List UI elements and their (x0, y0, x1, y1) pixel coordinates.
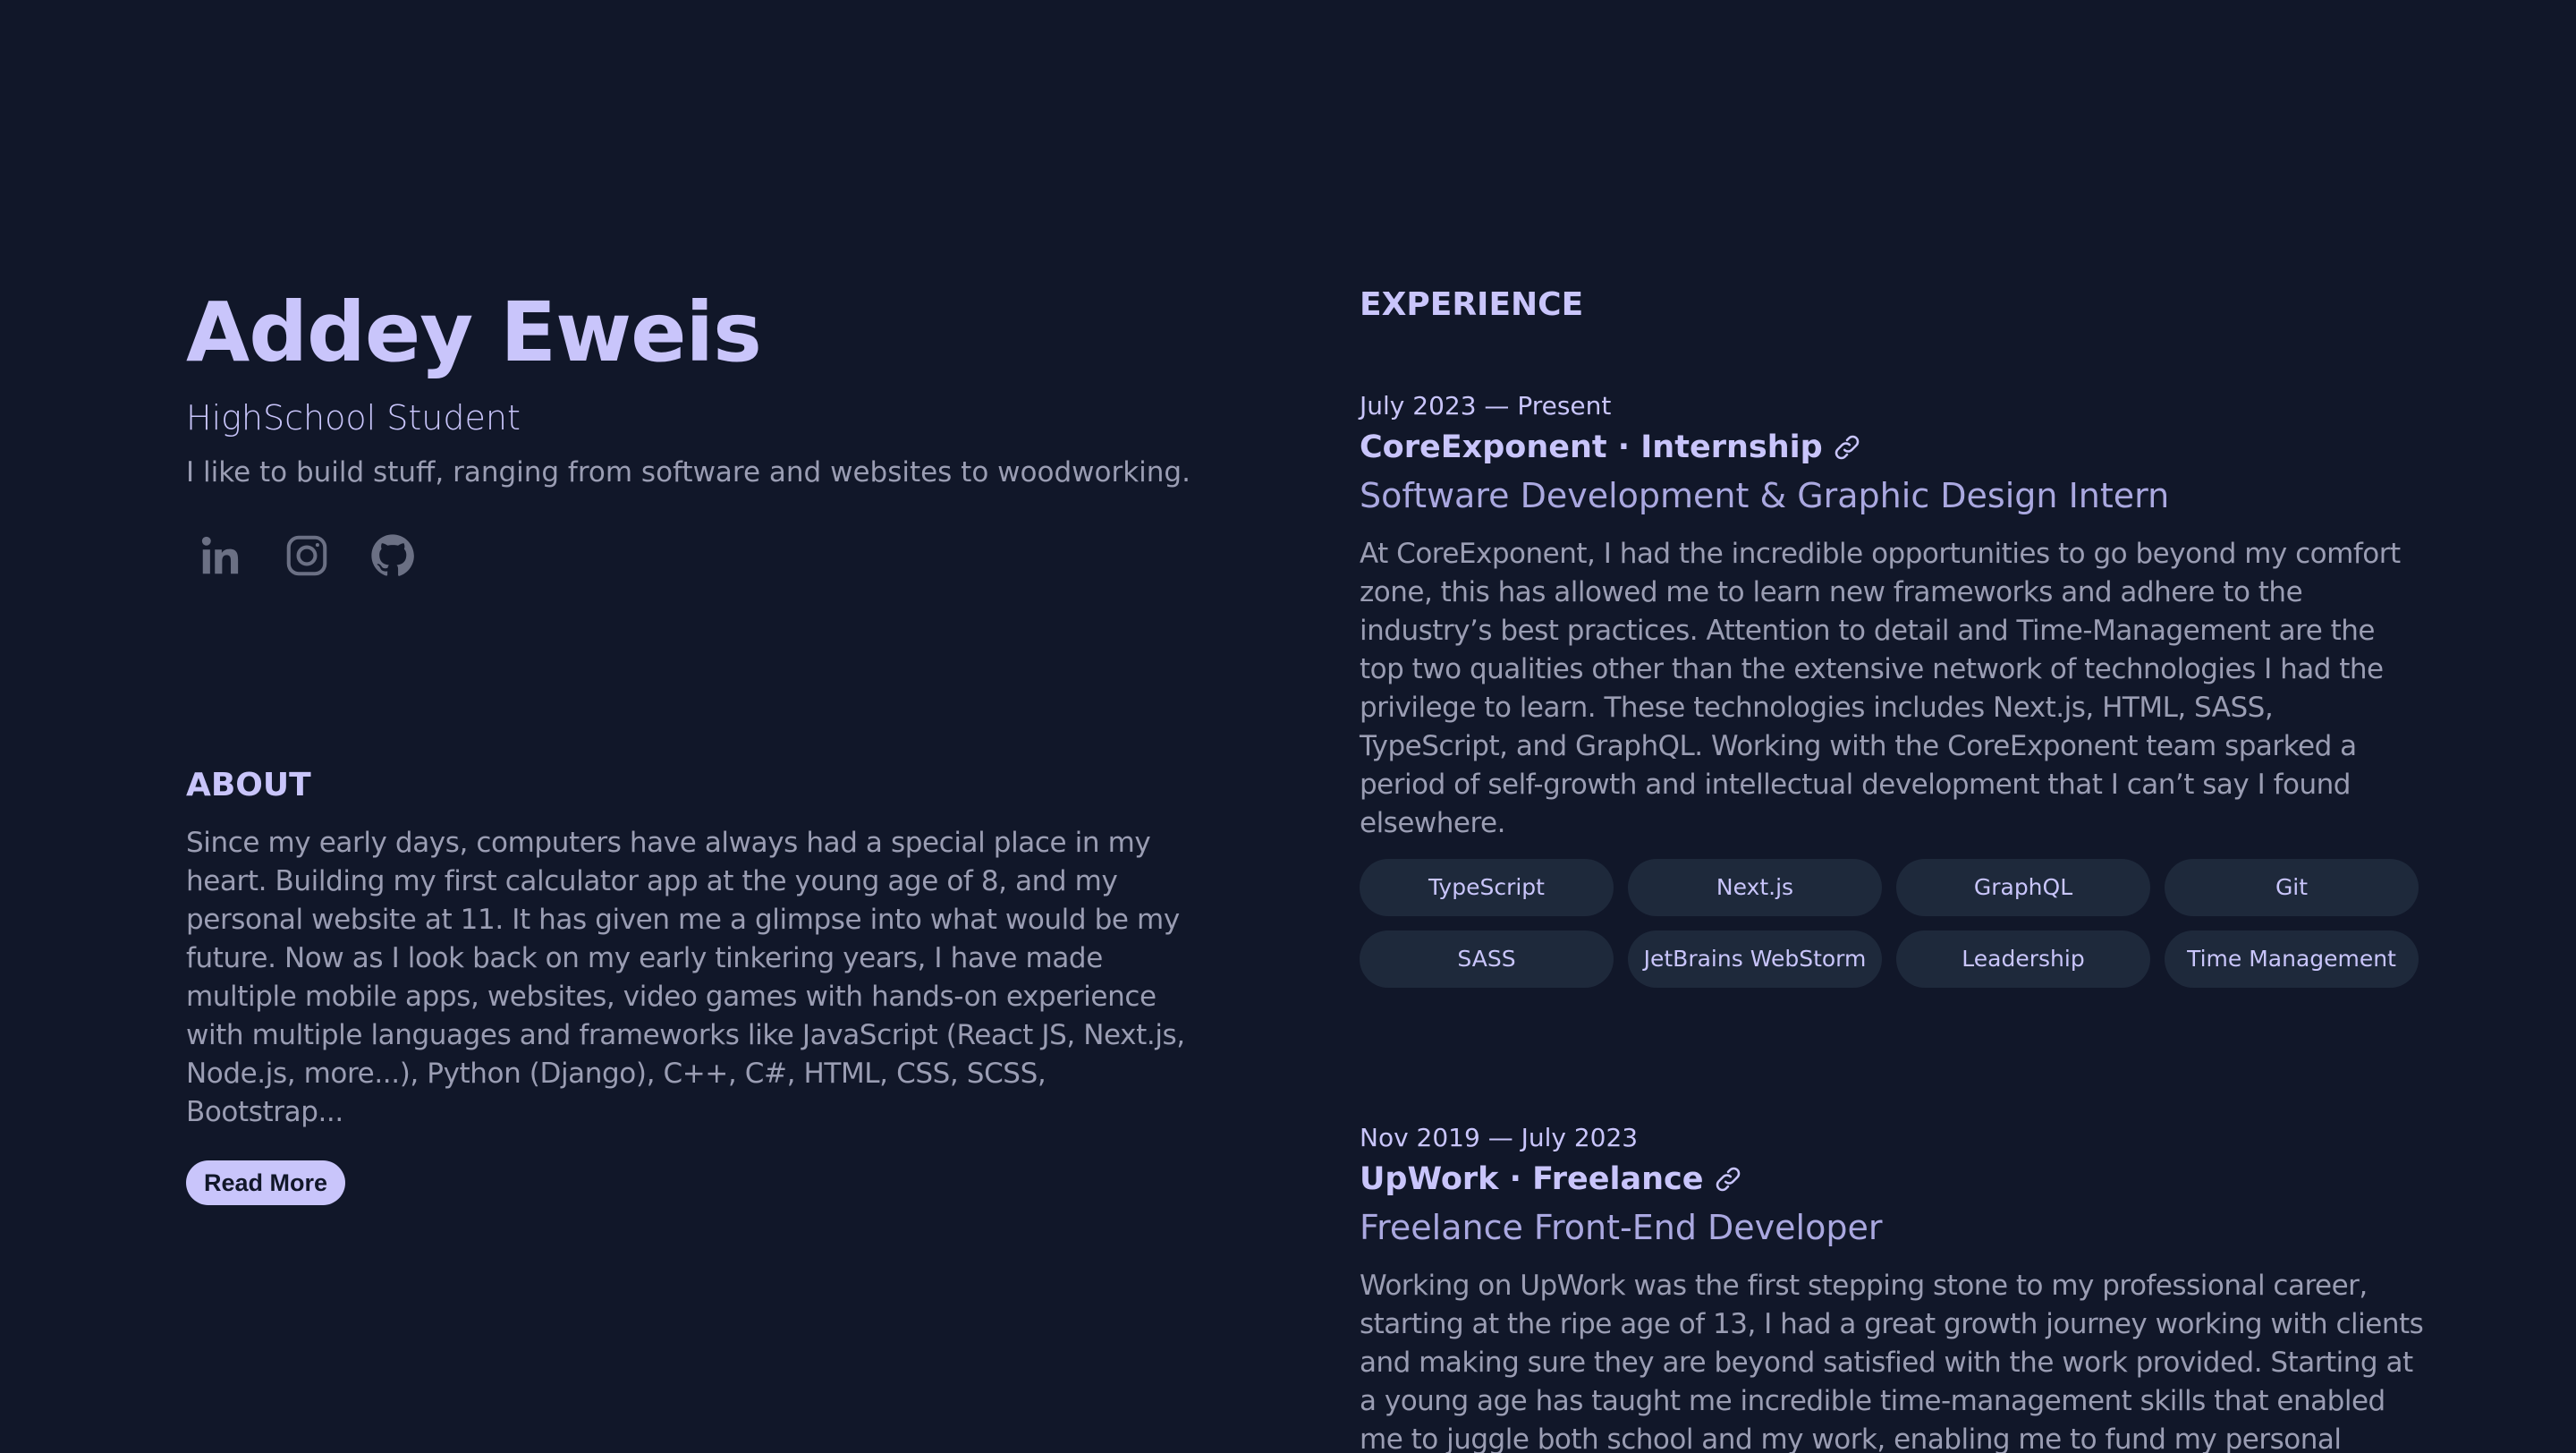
read-more-button[interactable]: Read More (186, 1160, 346, 1205)
skill-tag: Next.js (1628, 859, 1882, 916)
about-text: Since my early days, computers have alwa… (186, 827, 1185, 1128)
profile-header: Addey Eweis HighSchool Student I like to… (186, 277, 1197, 580)
experience-title: EXPERIENCE (1360, 286, 1584, 323)
skill-tag: Time Management (2165, 930, 2419, 988)
profile-tagline: I like to build stuff, ranging from soft… (186, 456, 1191, 489)
about-section: ABOUT Since my early days, computers hav… (186, 765, 1197, 1205)
job-date: July 2023 — Present (1360, 391, 1612, 421)
job-description: At CoreExponent, I had the incredible op… (1360, 538, 2401, 839)
skill-tag: Git (2165, 859, 2419, 916)
profile-role: HighSchool Student (186, 398, 521, 438)
skill-tags: TypeScript Next.js GraphQL Git SASS JetB… (1360, 859, 2424, 988)
instagram-icon[interactable] (283, 531, 331, 580)
linkedin-link[interactable] (197, 531, 245, 580)
job-description: Working on UpWork was the first stepping… (1360, 1270, 2424, 1453)
job-title: Software Development & Graphic Design In… (1360, 476, 2170, 515)
link-icon (1716, 1167, 1740, 1192)
link-icon (1835, 435, 1859, 460)
linkedin-icon[interactable] (197, 531, 245, 580)
skill-tag: GraphQL (1896, 859, 2150, 916)
experience-item: July 2023 — Present CoreExponent · Inter… (1360, 390, 2424, 988)
skill-tag: Leadership (1896, 930, 2150, 988)
job-date: Nov 2019 — July 2023 (1360, 1123, 1639, 1152)
job-title: Freelance Front-End Developer (1360, 1208, 1883, 1247)
profile-name: Addey Eweis (186, 285, 762, 380)
experience-section: EXPERIENCE July 2023 — Present CoreExpon… (1360, 285, 2424, 1453)
github-link[interactable] (369, 531, 417, 580)
job-company-link[interactable]: UpWork · Freelance (1360, 1158, 2424, 1201)
job-company[interactable]: UpWork · Freelance (1360, 1158, 1704, 1201)
social-links (186, 531, 1197, 580)
skill-tag: TypeScript (1360, 859, 1614, 916)
skill-tag: SASS (1360, 930, 1614, 988)
github-icon[interactable] (369, 531, 417, 580)
skill-tag: JetBrains WebStorm (1628, 930, 1882, 988)
about-title: ABOUT (186, 767, 311, 803)
job-company[interactable]: CoreExponent · Internship (1360, 426, 1823, 469)
job-company-link[interactable]: CoreExponent · Internship (1360, 426, 2424, 469)
portfolio-page: Addey Eweis HighSchool Student I like to… (0, 0, 2576, 1453)
experience-item: Nov 2019 — July 2023 UpWork · Freelance … (1360, 1122, 2424, 1453)
instagram-link[interactable] (283, 531, 331, 580)
